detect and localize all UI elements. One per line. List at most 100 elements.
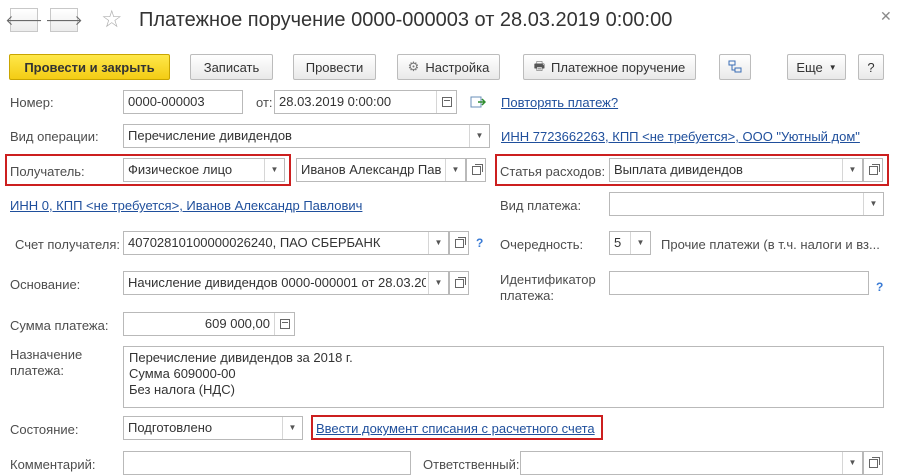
responsible-label: Ответственный: [423,457,520,472]
recipient-name-value: Иванов Александр Павл [301,162,441,177]
chevron-down-icon[interactable]: ▼ [842,159,862,181]
chevron-down-icon[interactable]: ▼ [445,159,465,181]
back-button[interactable]: 🡐 [5,8,43,32]
identifier-label-line1: Идентификатор [500,272,596,287]
responsible-open-button[interactable] [863,451,883,475]
amount-value: 609 000,00 [204,316,270,331]
number-label: Номер: [10,95,54,110]
operation-label: Вид операции: [10,129,99,144]
calendar-button[interactable] [436,91,456,113]
payment-order-label: Платежное поручение [551,59,686,75]
payment-kind-select[interactable]: ▼ [609,192,884,216]
gear-icon: ⚙ [407,59,420,74]
structure-button[interactable] [719,54,751,80]
repeat-icon [470,95,487,112]
settings-button[interactable]: ⚙ Настройка [397,54,500,80]
chevron-down-icon[interactable]: ▼ [428,272,448,294]
calendar-icon [441,97,452,107]
recipient-inn-link[interactable]: ИНН 0, КПП <не требуется>, Иванов Алекса… [10,198,362,213]
structure-icon [728,60,742,73]
account-help-icon[interactable]: ? [476,236,483,250]
basis-select[interactable]: Начисление дивидендов 0000-000001 от 28.… [123,271,449,295]
basis-value: Начисление дивидендов 0000-000001 от 28.… [128,275,426,290]
window-title: Платежное поручение 0000-000003 от 28.03… [139,9,673,31]
chevron-down-icon[interactable]: ▼ [428,232,448,254]
account-open-button[interactable] [449,231,469,255]
arrow-left-icon: 🡐 [5,11,43,28]
priority-description: Прочие платежи (в т.ч. налоги и вз... [661,237,880,252]
payment-kind-label: Вид платежа: [500,198,582,213]
basis-label: Основание: [10,277,81,292]
identifier-input[interactable] [609,271,869,295]
purpose-textarea[interactable]: Перечисление дивидендов за 2018 г. Сумма… [123,346,884,408]
date-field[interactable]: 28.03.2019 0:00:00 [274,90,457,114]
responsible-select[interactable]: ▼ [520,451,863,475]
date-label: от: [256,95,273,110]
purpose-line: Без налога (НДС) [129,382,235,397]
comment-input[interactable] [123,451,411,475]
purpose-line: Перечисление дивидендов за 2018 г. [129,350,353,365]
post-button[interactable]: Провести [293,54,376,80]
open-icon [471,163,483,175]
payment-order-print-button[interactable]: 🖶 Платежное поручение [523,54,696,80]
expense-value: Выплата дивидендов [614,162,743,177]
operation-value: Перечисление дивидендов [128,128,292,143]
comment-label: Комментарий: [10,457,96,472]
expense-label: Статья расходов: [500,164,606,179]
recipient-open-button[interactable] [466,158,486,182]
organization-link[interactable]: ИНН 7723662263, КПП <не требуется>, ООО … [501,129,860,144]
account-select[interactable]: 40702810100000026240, ПАО СБЕРБАНК ▼ [123,231,449,255]
number-value: 0000-000003 [128,94,205,109]
open-icon [454,236,466,248]
create-debit-document-link[interactable]: Ввести документ списания с расчетного сч… [316,421,595,436]
open-icon [454,276,466,288]
more-button[interactable]: Еще ▼ [787,54,846,80]
settings-label: Настройка [425,59,490,75]
account-label: Счет получателя: [15,237,121,252]
amount-label: Сумма платежа: [10,318,109,333]
chevron-down-icon[interactable]: ▼ [264,159,284,181]
chevron-down-icon[interactable]: ▼ [842,452,862,474]
expense-select[interactable]: Выплата дивидендов ▼ [609,158,863,182]
printer-icon: 🖶 [533,58,546,73]
recipient-label: Получатель: [10,164,85,179]
calculator-icon [279,319,290,329]
account-value: 40702810100000026240, ПАО СБЕРБАНК [128,235,381,250]
save-button[interactable]: Записать [190,54,273,80]
star-icon[interactable]: ☆ [101,5,123,34]
identifier-help-icon[interactable]: ? [876,280,883,294]
open-icon [868,163,880,175]
status-label: Состояние: [10,422,79,437]
chevron-down-icon[interactable]: ▼ [469,125,489,147]
basis-open-button[interactable] [449,271,469,295]
chevron-down-icon[interactable]: ▼ [863,193,883,215]
close-icon[interactable]: ✕ [880,8,892,25]
chevron-down-icon[interactable]: ▼ [630,232,650,254]
purpose-label-line2: платежа: [10,363,64,378]
more-label: Еще [796,59,823,75]
arrow-right-icon: 🡒 [45,11,83,28]
purpose-label-line1: Назначение [10,347,83,362]
open-icon [868,456,880,468]
date-value: 28.03.2019 0:00:00 [279,94,392,109]
recipient-name-select[interactable]: Иванов Александр Павл ▼ [296,158,466,182]
post-and-close-button[interactable]: Провести и закрыть [9,54,170,80]
operation-select[interactable]: Перечисление дивидендов ▼ [123,124,490,148]
priority-label: Очередность: [500,237,584,252]
chevron-down-icon[interactable]: ▼ [282,417,302,439]
recipient-type-select[interactable]: Физическое лицо ▼ [123,158,285,182]
expense-open-button[interactable] [863,158,883,182]
purpose-line: Сумма 609000-00 [129,366,236,381]
recipient-type-value: Физическое лицо [128,162,233,177]
calculator-button[interactable] [274,313,294,335]
help-button[interactable]: ? [858,54,884,80]
chevron-down-icon: ▼ [828,62,837,72]
priority-select[interactable]: 5 ▼ [609,231,651,255]
forward-button[interactable]: 🡒 [45,8,83,32]
number-field[interactable]: 0000-000003 [123,90,243,114]
identifier-label-line2: платежа: [500,288,554,303]
repeat-payment-link[interactable]: Повторять платеж? [501,95,618,110]
amount-input[interactable]: 609 000,00 [123,312,295,336]
status-value: Подготовлено [128,420,213,435]
status-select[interactable]: Подготовлено ▼ [123,416,303,440]
